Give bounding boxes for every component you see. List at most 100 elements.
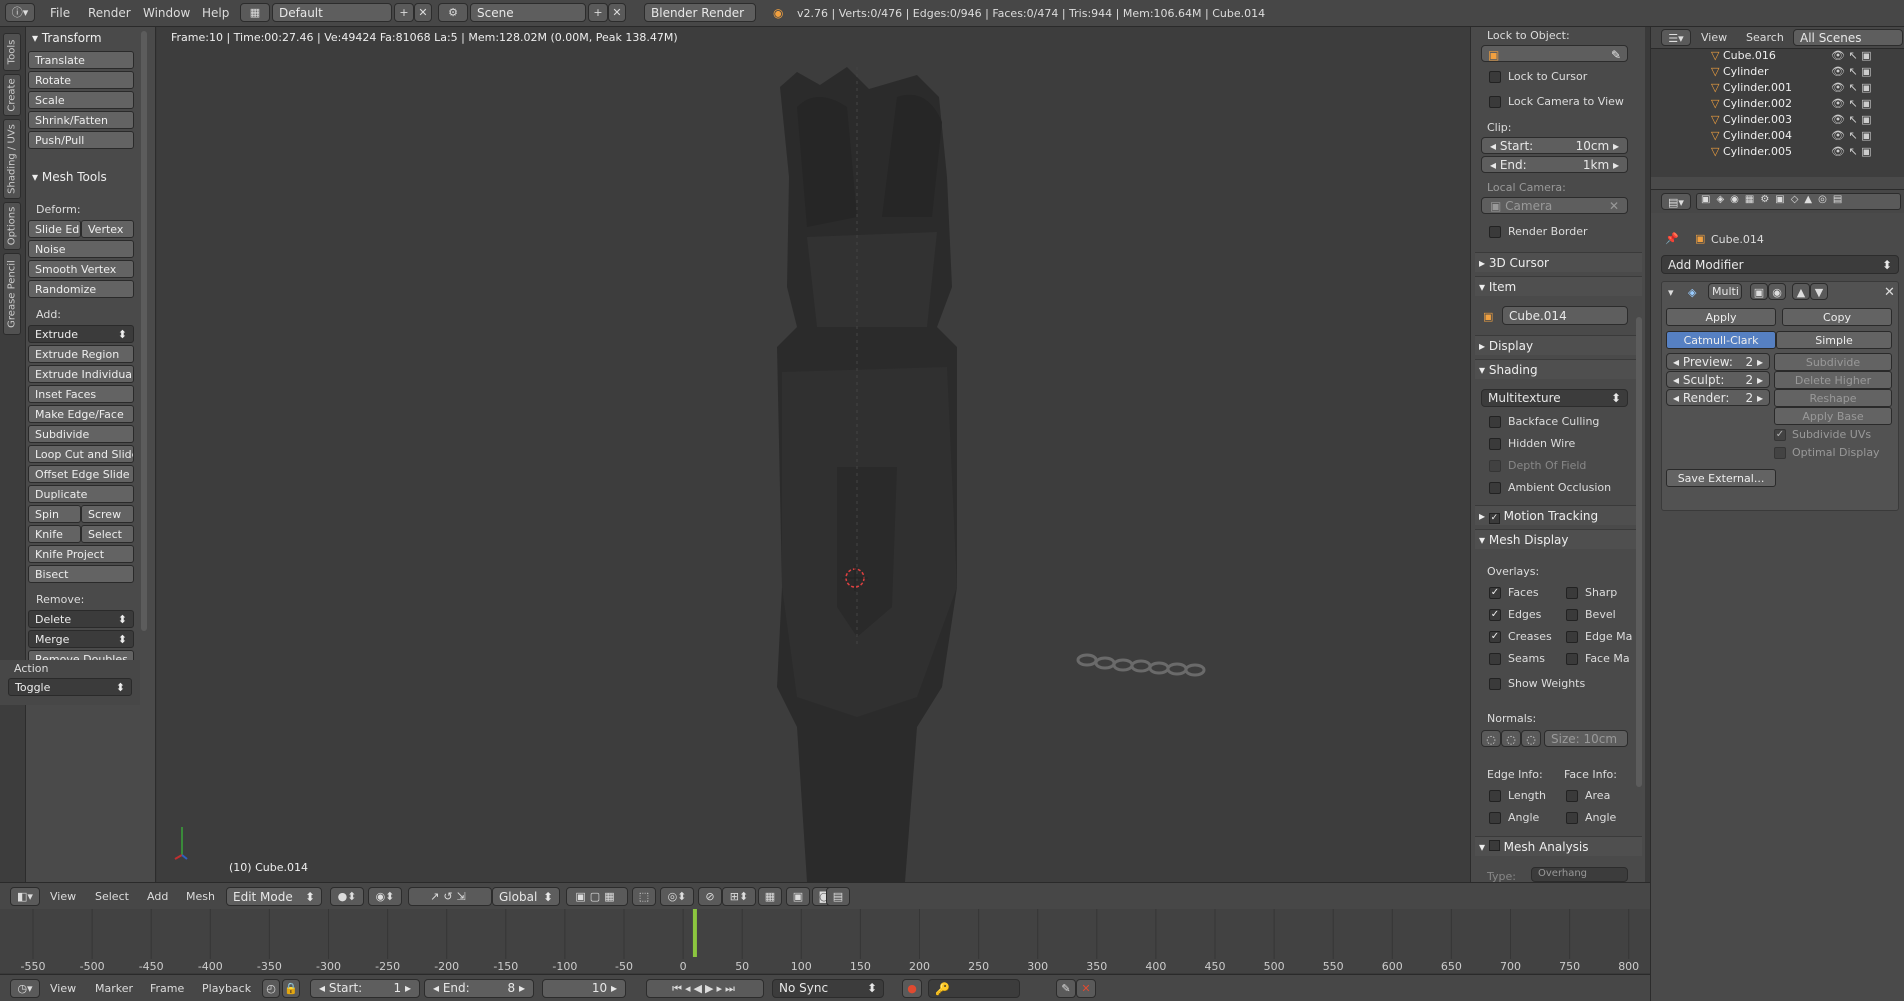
face-normals-icon[interactable]: ◌ xyxy=(1521,730,1541,747)
opengl-render-icon[interactable]: ▣ xyxy=(786,887,810,906)
auto-keying-icon[interactable]: ● xyxy=(902,979,922,998)
keying-set-field[interactable]: 🔑 xyxy=(928,979,1020,998)
tab-create[interactable]: Create xyxy=(3,74,21,116)
timeline-frame-menu[interactable]: Frame xyxy=(150,982,184,995)
render-toggle-icon[interactable]: ▣ xyxy=(1750,283,1768,300)
current-frame-indicator[interactable] xyxy=(692,909,697,957)
modifier-name-field[interactable]: Multi xyxy=(1708,283,1742,300)
scene-field[interactable]: Scene xyxy=(470,3,586,22)
outliner-search-menu[interactable]: Search xyxy=(1746,31,1784,44)
delete-menu[interactable]: Delete ⬍ xyxy=(28,610,134,628)
merge-menu[interactable]: Merge ⬍ xyxy=(28,630,134,648)
preview-range-icon[interactable]: ◴ xyxy=(262,979,280,998)
shading-panel-header[interactable]: ▾ Shading xyxy=(1475,359,1642,379)
pivot-point-icon[interactable]: ◉⬍ xyxy=(368,887,402,906)
tab-tools[interactable]: Tools xyxy=(3,33,21,71)
view3d-view-menu[interactable]: View xyxy=(50,890,76,903)
proportional-edit-icon[interactable]: ◎⬍ xyxy=(660,887,694,906)
viewport-toggle-icon[interactable]: ◉ xyxy=(1768,283,1786,300)
translate-button[interactable]: Translate xyxy=(28,51,134,69)
outliner-item[interactable]: ▽ Cylinder.005 👁 ↖ ▣ xyxy=(1651,145,1897,161)
tab-shading-uvs[interactable]: Shading / UVs xyxy=(3,119,21,199)
outliner-item[interactable]: ▽ Cube.016 👁 ↖ ▣ xyxy=(1651,49,1897,65)
outliner-item[interactable]: ▽ Cylinder.001 👁 ↖ ▣ xyxy=(1651,81,1897,97)
smooth-vertex-button[interactable]: Smooth Vertex xyxy=(28,260,134,278)
end-frame-field[interactable]: ◂ End: 8 ▸ xyxy=(424,979,534,998)
outliner-view-menu[interactable]: View xyxy=(1701,31,1727,44)
mesh-analysis-panel-header[interactable]: ▾ Mesh Analysis xyxy=(1475,836,1642,856)
edges-checkbox[interactable]: ✓ xyxy=(1489,609,1501,621)
scale-button[interactable]: Scale xyxy=(28,91,134,109)
spin-button[interactable]: Spin xyxy=(28,505,81,523)
inset-faces-button[interactable]: Inset Faces xyxy=(28,385,134,403)
sharp-checkbox[interactable] xyxy=(1566,587,1578,599)
creases-checkbox[interactable]: ✓ xyxy=(1489,631,1501,643)
lock-to-cursor-checkbox[interactable] xyxy=(1489,71,1501,83)
move-up-icon[interactable]: ▲ xyxy=(1792,283,1810,300)
timeline[interactable]: -550 -500 -450 -400 -350 -300 -250 -200 -150 -100… xyxy=(0,909,1650,973)
normals-size-field[interactable]: Size: 10cm xyxy=(1544,730,1628,747)
loop-cut-button[interactable]: Loop Cut and Slide xyxy=(28,445,134,463)
outliner-editor-icon[interactable]: ☰▾ xyxy=(1661,29,1691,46)
faces-checkbox[interactable]: ✓ xyxy=(1489,587,1501,599)
timeline-view-menu[interactable]: View xyxy=(50,982,76,995)
3d-viewport[interactable]: Frame:10 | Time:00:27.46 | Ve:49424 Fa:8… xyxy=(157,27,1470,882)
lock-camera-checkbox[interactable] xyxy=(1489,96,1501,108)
face-angle-checkbox[interactable] xyxy=(1566,812,1578,824)
subdivide-button[interactable]: Subdivide xyxy=(28,425,134,443)
properties-editor-icon[interactable]: ▤▾ xyxy=(1661,193,1691,210)
save-external-button[interactable]: Save External... xyxy=(1666,469,1776,487)
screen-layout-field[interactable]: Default xyxy=(272,3,392,22)
push-pull-button[interactable]: Push/Pull xyxy=(28,131,134,149)
apply-base-button[interactable]: Apply Base xyxy=(1774,407,1892,425)
cursor-3d-panel-header[interactable]: ▸ 3D Cursor xyxy=(1475,252,1642,272)
bevel-checkbox[interactable] xyxy=(1566,609,1578,621)
add-modifier-select[interactable]: Add Modifier ⬍ xyxy=(1661,255,1899,274)
motion-tracking-panel-header[interactable]: ▸ ✓ Motion Tracking xyxy=(1475,505,1642,525)
extrude-menu[interactable]: Extrude ⬍ xyxy=(28,325,134,343)
view3d-mesh-menu[interactable]: Mesh xyxy=(186,890,215,903)
make-edge-face-button[interactable]: Make Edge/Face xyxy=(28,405,134,423)
viewport-shading-icon[interactable]: ●⬍ xyxy=(330,887,364,906)
mesh-display-panel-header[interactable]: ▾ Mesh Display xyxy=(1475,529,1642,549)
render-engine-select[interactable]: Blender Render xyxy=(644,3,756,22)
shrink-fatten-button[interactable]: Shrink/Fatten xyxy=(28,111,134,129)
extrude-region-button[interactable]: Extrude Region xyxy=(28,345,134,363)
sculpt-levels-field[interactable]: ◂ Sculpt: 2 ▸ xyxy=(1666,371,1770,388)
hidden-wire-checkbox[interactable] xyxy=(1489,438,1501,450)
clip-start-field[interactable]: ◂ Start: 10cm ▸ xyxy=(1481,137,1628,154)
rotate-button[interactable]: Rotate xyxy=(28,71,134,89)
edge-marks-checkbox[interactable] xyxy=(1566,631,1578,643)
subdivide-multires-button[interactable]: Subdivide xyxy=(1774,353,1892,371)
delete-keyframe-icon[interactable]: ✕ xyxy=(1076,979,1096,998)
add-layout-icon[interactable]: + xyxy=(394,3,414,22)
screen-layout-icon[interactable]: ▦ xyxy=(240,3,270,22)
local-camera-field[interactable]: ▣ Camera ✕ xyxy=(1481,197,1628,214)
tab-grease-pencil[interactable]: Grease Pencil xyxy=(3,253,21,335)
extrude-individual-button[interactable]: Extrude Individual xyxy=(28,365,134,383)
split-normals-icon[interactable]: ◌ xyxy=(1501,730,1521,747)
shading-mode-select[interactable]: Multitexture ⬍ xyxy=(1481,389,1628,407)
item-panel-header[interactable]: ▾ Item xyxy=(1475,276,1642,296)
face-area-checkbox[interactable] xyxy=(1566,790,1578,802)
noise-button[interactable]: Noise xyxy=(28,240,134,258)
ambient-occlusion-checkbox[interactable] xyxy=(1489,482,1501,494)
simple-button[interactable]: Simple xyxy=(1776,331,1892,349)
item-name-field[interactable]: Cube.014 xyxy=(1502,306,1628,325)
pin-icon[interactable]: 📌 xyxy=(1665,232,1679,245)
apply-button[interactable]: Apply xyxy=(1666,308,1776,326)
snap-toggle-icon[interactable]: ⊘ xyxy=(698,887,722,906)
toolshelf-scrollbar[interactable] xyxy=(141,31,147,631)
remove-modifier-icon[interactable]: ✕ xyxy=(1884,285,1895,300)
timeline-playback-menu[interactable]: Playback xyxy=(202,982,251,995)
current-frame-field[interactable]: 10 ▸ xyxy=(542,979,626,998)
sync-mode-select[interactable]: No Sync ⬍ xyxy=(772,979,884,998)
outliner-filter-select[interactable]: All Scenes xyxy=(1793,29,1903,46)
delete-higher-button[interactable]: Delete Higher xyxy=(1774,371,1892,389)
playback-controls[interactable]: ⏮◂◀▶▸⏭ xyxy=(646,979,764,998)
outliner-item[interactable]: ▽ Cylinder.004 👁 ↖ ▣ xyxy=(1651,129,1897,145)
render-levels-field[interactable]: ◂ Render: 2 ▸ xyxy=(1666,389,1770,406)
slide-edge-button[interactable]: Slide Ed xyxy=(28,220,81,238)
add-scene-icon[interactable]: + xyxy=(588,3,608,22)
remove-layout-icon[interactable]: ✕ xyxy=(414,3,432,22)
